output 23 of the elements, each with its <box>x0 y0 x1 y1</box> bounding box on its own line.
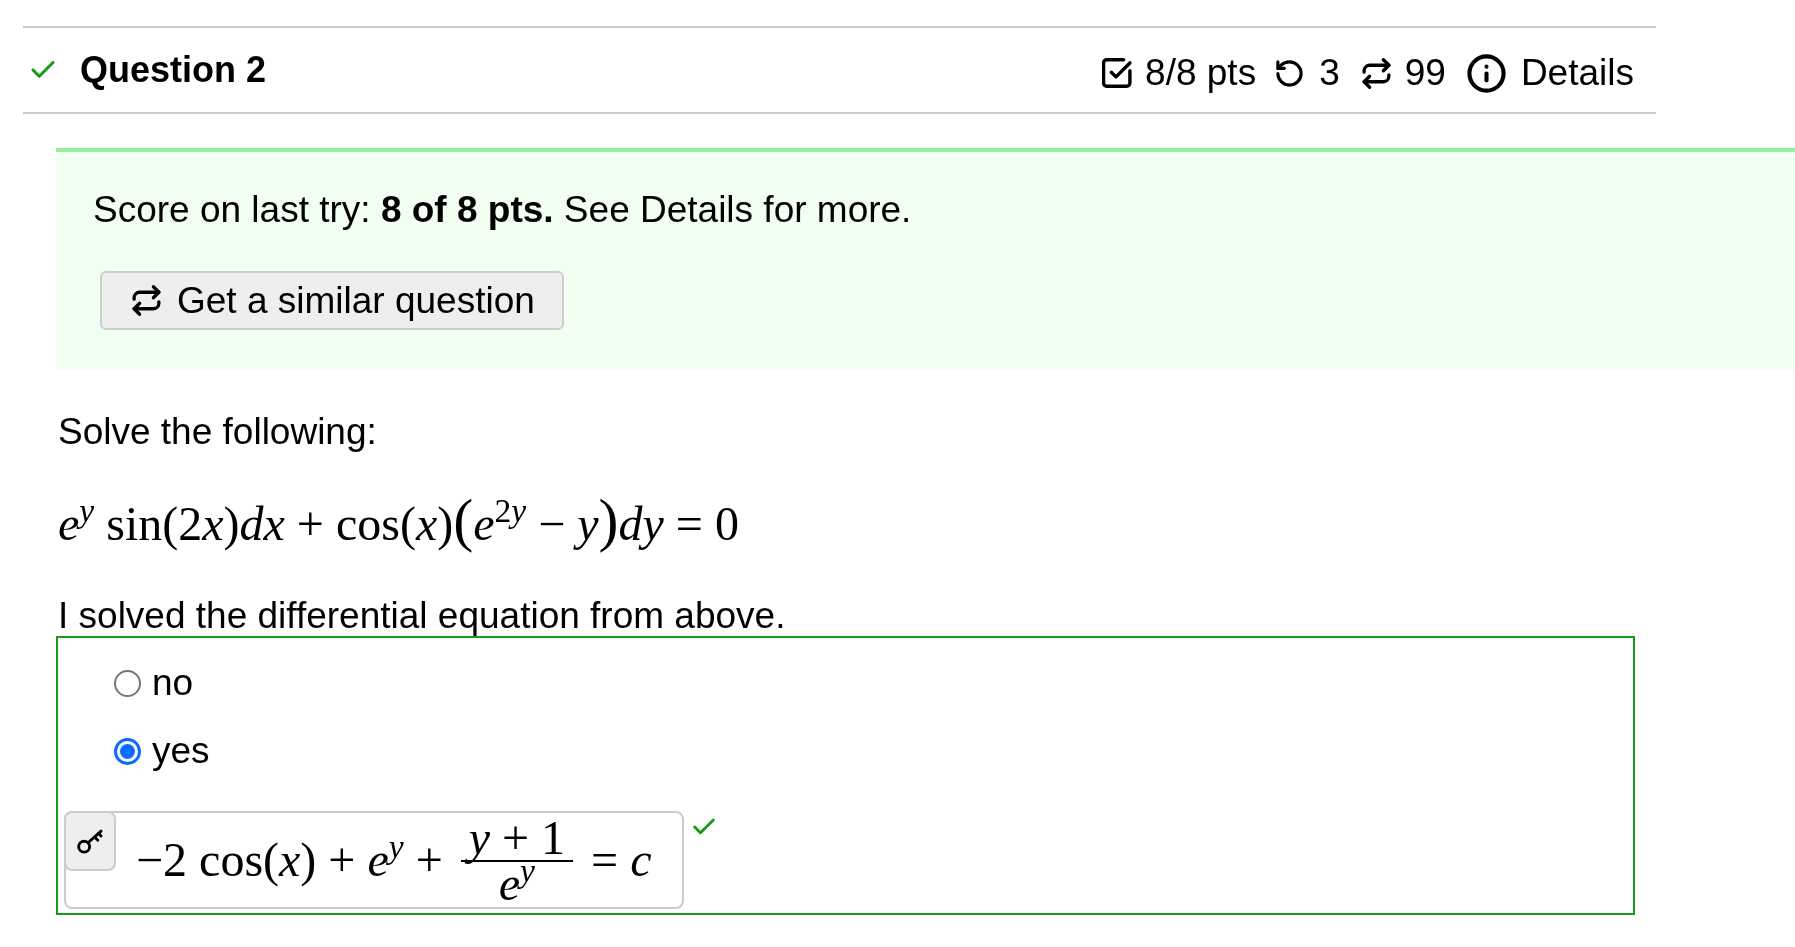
info-icon <box>1465 52 1507 94</box>
score-text: 8/8 pts <box>1145 52 1257 94</box>
option-label[interactable]: no <box>152 662 194 704</box>
key-icon <box>77 828 103 854</box>
radio-button[interactable] <box>114 669 141 697</box>
similar-question-button[interactable]: Get a similar question <box>100 271 564 330</box>
variations-count: 99 <box>1404 52 1446 94</box>
key-button[interactable] <box>64 811 116 871</box>
retries-count: 3 <box>1319 52 1340 94</box>
radio-button[interactable] <box>114 737 141 765</box>
repeat-icon <box>1359 56 1393 90</box>
checkbox-icon <box>1102 58 1134 88</box>
statement-text: I solved the differential equation from above. <box>58 596 786 636</box>
score-message: Score on last try: 8 of 8 pts. See Details for more. <box>93 189 912 231</box>
undo-icon <box>1274 57 1306 89</box>
details-link[interactable]: Details <box>1520 52 1634 94</box>
fraction-denominator: e$^{y}$ <box>497 862 536 906</box>
math-expression: = c <box>591 835 652 885</box>
option-label[interactable]: yes <box>152 730 210 772</box>
prompt-text: Solve the following: <box>58 411 377 453</box>
question-title: Question 2 <box>80 49 267 91</box>
repeat-icon <box>130 284 163 317</box>
math-expression: −2 cos(x) + e$^{y}$ + <box>136 835 443 885</box>
